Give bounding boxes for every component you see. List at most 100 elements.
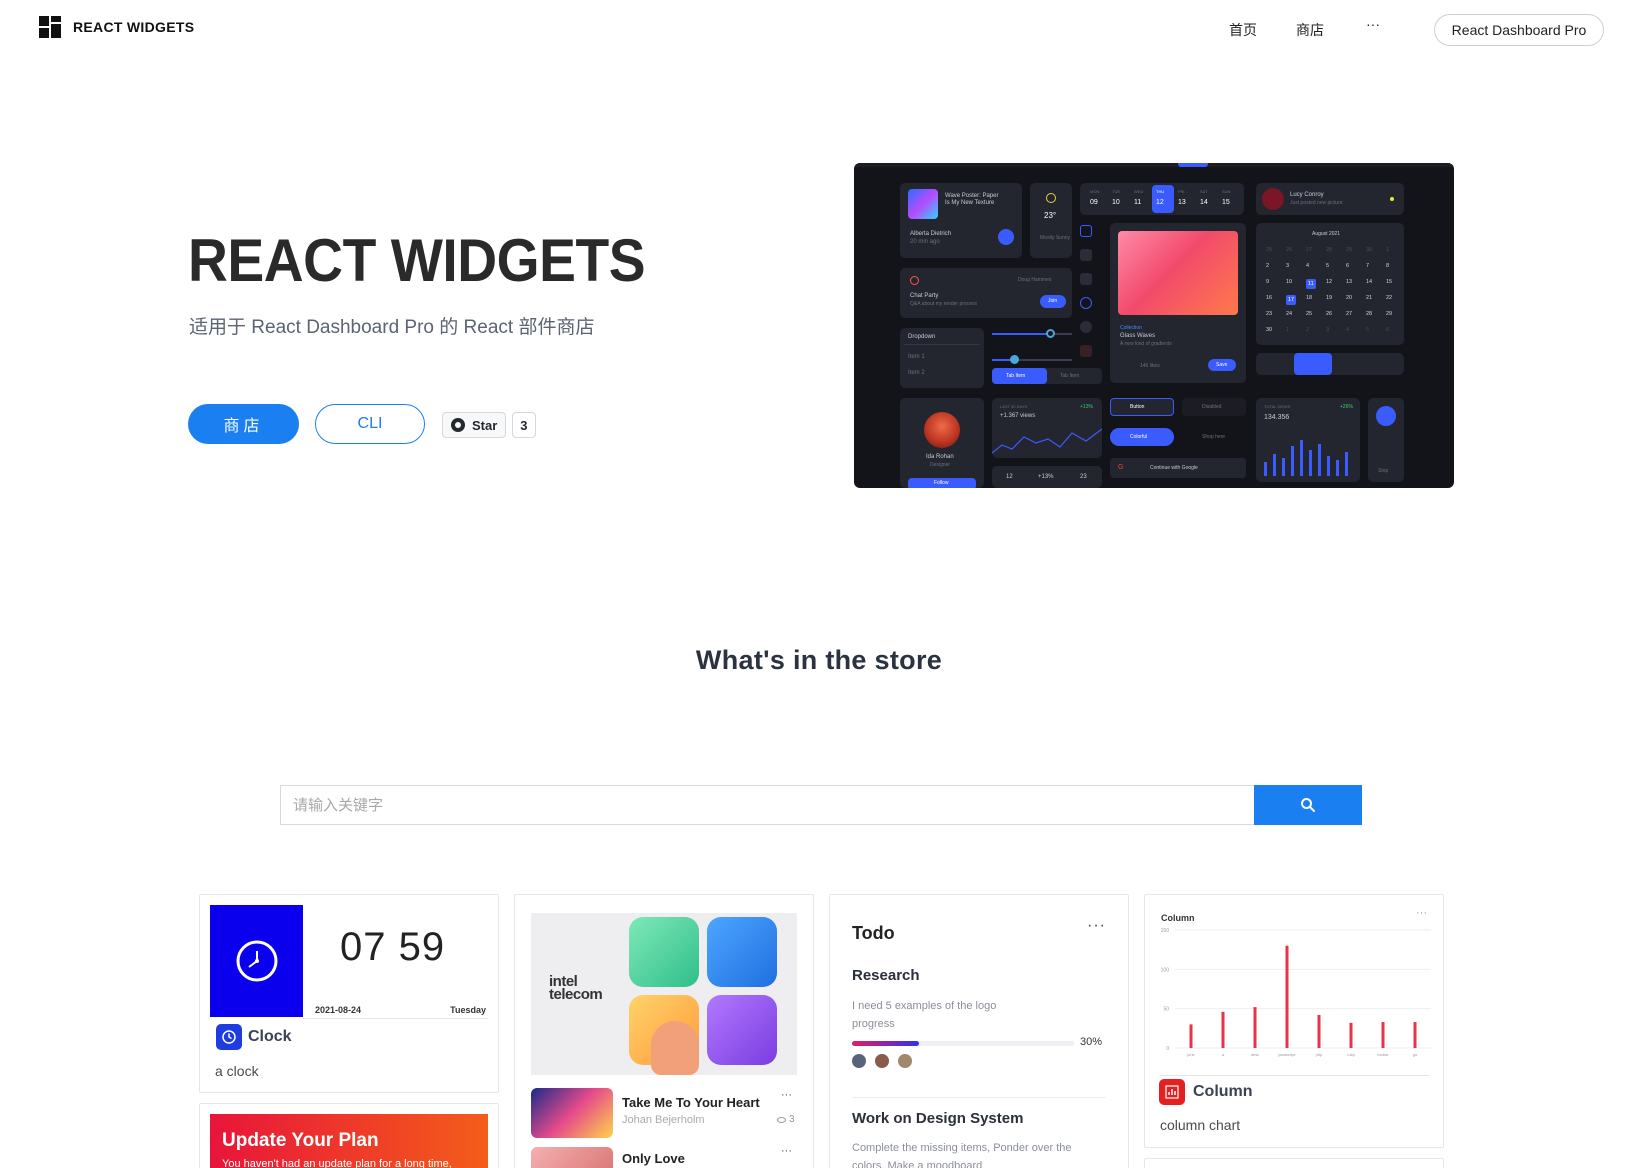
chart-bar (1413, 1022, 1417, 1048)
update-plan-widget-card[interactable]: Update Your Plan You haven't had an upda… (199, 1103, 499, 1168)
search-button[interactable] (1254, 785, 1362, 825)
clock-face (210, 905, 303, 1017)
preview-weekdate: 09 (1090, 199, 1098, 206)
chart-bar (1285, 945, 1289, 1048)
preview-calendar-day: 27 (1306, 247, 1313, 253)
song-thumbnail (531, 1147, 613, 1168)
clock-time: 07 59 (340, 925, 446, 969)
widget-description: a clock (215, 1063, 259, 1079)
github-star-button[interactable]: Star (442, 412, 507, 438)
logo-text: REACT WIDGETS (73, 19, 195, 35)
preview-calendar-day: 12 (1326, 279, 1333, 285)
clock-widget-card[interactable]: 07 59 2021-08-24 Tuesday Clock a clock (199, 894, 499, 1093)
plan-text: You haven't had an update plan for a lon… (222, 1158, 452, 1168)
todo-widget-card[interactable]: Todo ··· Research I need 5 examples of t… (829, 894, 1129, 1168)
x-tick-label: desc (1251, 1052, 1259, 1057)
column-widget-card[interactable]: Column ··· 150 100 50 0 june a desc javascript p… (1144, 894, 1444, 1148)
preview-calendar-day: 30 (1266, 327, 1273, 333)
x-tick-label: june (1186, 1052, 1195, 1057)
preview-profile-card: Ida Rohan Designer Follow (900, 398, 984, 488)
github-icon (451, 418, 465, 432)
nav-more[interactable]: ··· (1366, 16, 1380, 32)
shop-button[interactable]: 商店 (188, 404, 299, 444)
preview-calendar-day: 30 (1366, 247, 1373, 253)
preview-bar (1327, 456, 1330, 476)
preview-calendar-day: 23 (1266, 311, 1273, 317)
widget-card[interactable] (1144, 1158, 1444, 1168)
github-star-widget: Star 3 (442, 412, 536, 438)
preview-weekdate: 14 (1200, 199, 1208, 206)
widget-name: Clock (248, 1028, 292, 1045)
todo-task-title[interactable]: Research (852, 967, 920, 984)
song-title[interactable]: Take Me To Your Heart (622, 1095, 760, 1110)
preview-weekday: WED (1134, 189, 1144, 194)
search-input[interactable] (280, 785, 1254, 825)
preview-weekdate: 15 (1222, 199, 1230, 206)
nav-home[interactable]: 首页 (1229, 20, 1257, 40)
preview-bar (1273, 454, 1276, 476)
widget-name: Column (1193, 1083, 1253, 1100)
preview-calendar-day: 8 (1386, 263, 1390, 269)
music-widget-card[interactable]: intel telecom Take Me To Your Heart Joha… (514, 894, 814, 1168)
chart-bar (1317, 1014, 1321, 1048)
react-dashboard-pro-button[interactable]: React Dashboard Pro (1434, 14, 1604, 46)
preview-poster-card: Wave Poster: Paper Is My New Texture Alb… (900, 183, 1022, 258)
preview-bar (1345, 452, 1348, 476)
preview-calendar-day: 6 (1346, 263, 1350, 269)
preview-calendar-day: 25 (1306, 311, 1313, 317)
preview-bar (1282, 458, 1285, 476)
song-thumbnail (531, 1088, 613, 1138)
preview-calendar-day: 4 (1346, 327, 1350, 333)
y-tick-label: 150 (1161, 928, 1170, 934)
preview-sliders (992, 329, 1072, 373)
preview-bar (1336, 460, 1339, 476)
x-tick-label: php (1316, 1052, 1323, 1057)
preview-calendar-day: 26 (1326, 311, 1333, 317)
github-star-count[interactable]: 3 (512, 412, 536, 438)
nav-shop[interactable]: 商店 (1296, 20, 1324, 40)
more-icon[interactable]: ··· (781, 1145, 792, 1157)
preview-weekday: FRI (1178, 189, 1185, 194)
todo-task-title[interactable]: Work on Design System (852, 1110, 1023, 1127)
preview-bar (1291, 446, 1294, 476)
preview-views-card: LAST 30 DAYS +1.367 views +13% (992, 398, 1102, 458)
x-tick-label: javascript (1278, 1052, 1297, 1057)
preview-calendar-day: 24 (1286, 311, 1293, 317)
chart-bar (1253, 1007, 1257, 1048)
y-tick-label: 0 (1166, 1046, 1169, 1052)
eye-icon (777, 1116, 786, 1123)
preview-calendar-day: 10 (1286, 279, 1293, 285)
preview-calendar-card: August 2021 25 26 27 28 29 30 1 2 3 4 5 6 7 8 9 10 11 12 1… (1256, 223, 1404, 345)
preview-weekdate: 12 (1156, 199, 1164, 206)
clock-date: 2021-08-24 (315, 1005, 362, 1015)
preview-calendar-day: 28 (1326, 247, 1333, 253)
preview-calendar-day: 29 (1386, 311, 1393, 317)
clock-day: Tuesday (450, 1005, 486, 1015)
preview-buttons: Button Disabled Colorful Shop here G Con… (1110, 398, 1246, 488)
cli-button[interactable]: CLI (315, 404, 425, 444)
preview-calendar-day: 2 (1306, 327, 1310, 333)
preview-week-card: MON 09 TUE 10 WED 11 THU 12 FRI 13 SAT 14 SUN 15 (1080, 183, 1244, 215)
preview-calendar-day: 5 (1326, 263, 1330, 269)
plan-title: Update Your Plan (222, 1130, 379, 1151)
divider (1159, 1075, 1429, 1076)
song-title[interactable]: Only Love (622, 1151, 685, 1166)
more-icon[interactable]: ··· (1087, 917, 1106, 935)
chart-bar (1189, 1024, 1193, 1048)
plan-banner: Update Your Plan You haven't had an upda… (210, 1114, 488, 1168)
clock-widget-icon (216, 1024, 242, 1050)
search-bar (280, 785, 1362, 825)
preview-calendar-day: 11 (1306, 279, 1316, 289)
preview-weekdate: 13 (1178, 199, 1186, 206)
preview-calendar-day: 13 (1346, 279, 1353, 285)
preview-weekdate: 10 (1112, 199, 1120, 206)
divider (852, 1097, 1106, 1098)
more-icon[interactable]: ··· (1416, 907, 1427, 919)
preview-calendar-day: 16 (1266, 295, 1273, 301)
logo[interactable]: REACT WIDGETS (39, 16, 194, 38)
preview-calendar-day: 29 (1346, 247, 1353, 253)
preview-mic-card: Stop (1368, 398, 1404, 482)
preview-calendar-day: 25 (1266, 247, 1273, 253)
preview-calendar-day: 9 (1266, 279, 1270, 285)
more-icon[interactable]: ··· (781, 1089, 792, 1101)
